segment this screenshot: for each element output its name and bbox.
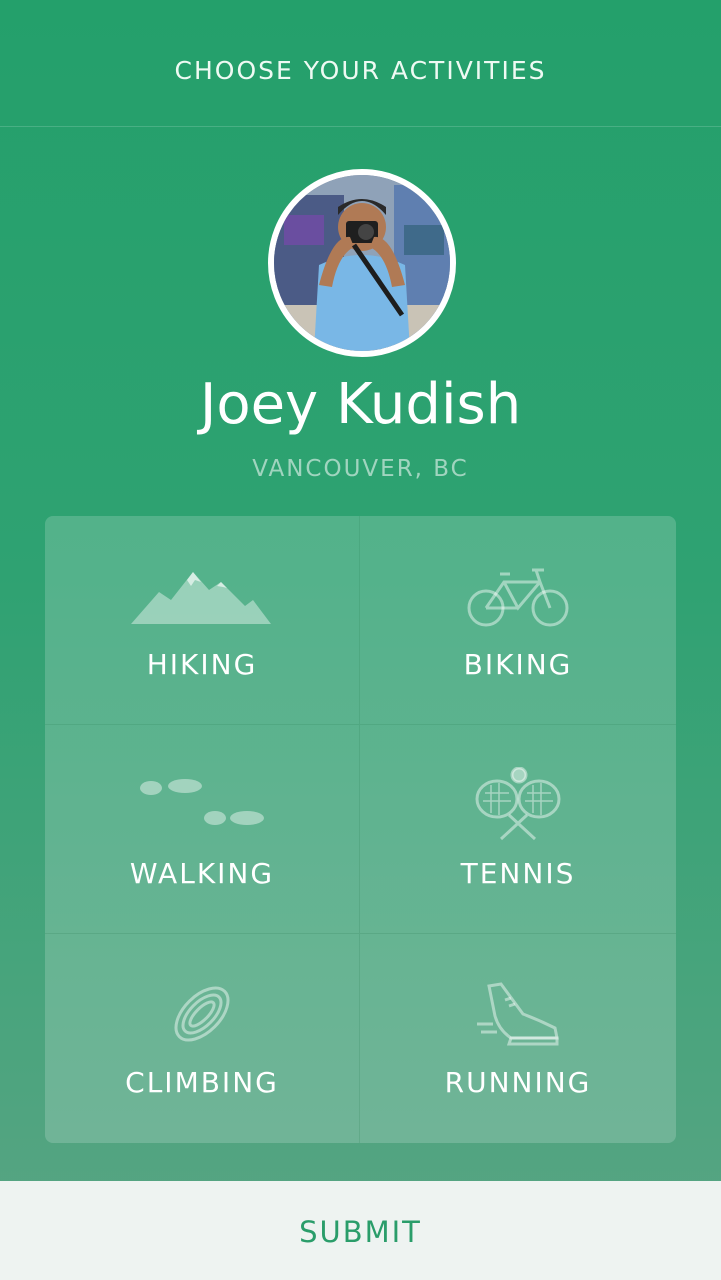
activity-label-climbing: CLIMBING [125, 1066, 279, 1099]
profile-location: VANCOUVER, BC [252, 456, 469, 482]
activity-label-walking: WALKING [129, 857, 275, 890]
page-title: CHOOSE YOUR ACTIVITIES [174, 56, 547, 85]
activity-tile-hiking[interactable]: HIKING [45, 516, 360, 725]
activity-label-running: RUNNING [444, 1066, 592, 1099]
tennis-rackets-icon [443, 767, 593, 841]
header-bar: CHOOSE YOUR ACTIVITIES [0, 0, 721, 127]
footprints-icon [127, 769, 277, 841]
activity-tile-climbing[interactable]: CLIMBING [45, 934, 360, 1143]
activity-label-hiking: HIKING [146, 648, 258, 681]
avatar-photo [274, 175, 450, 351]
activity-tile-tennis[interactable]: TENNIS [360, 725, 676, 934]
activity-label-biking: BIKING [463, 648, 573, 681]
activity-tile-walking[interactable]: WALKING [45, 725, 360, 934]
activity-label-tennis: TENNIS [460, 857, 576, 890]
submit-label: SUBMIT [299, 1215, 422, 1249]
activity-grid: HIKING BIKING WALKING TENNIS CLIMBING RU… [45, 516, 676, 1143]
mountain-icon [127, 560, 277, 632]
running-shoe-icon [443, 978, 593, 1050]
avatar[interactable] [268, 169, 456, 357]
bicycle-icon [443, 560, 593, 632]
activity-tile-biking[interactable]: BIKING [360, 516, 676, 725]
activity-tile-running[interactable]: RUNNING [360, 934, 676, 1143]
submit-button[interactable]: SUBMIT [0, 1181, 721, 1280]
rope-icon [127, 978, 277, 1050]
profile-name: Joey Kudish [199, 372, 522, 437]
